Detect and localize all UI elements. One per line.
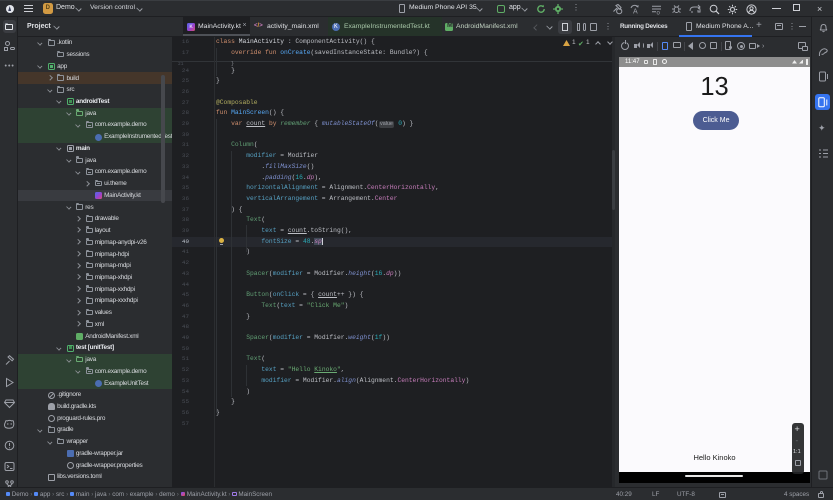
svg-text:A: A <box>633 8 638 15</box>
svg-text:o: o <box>657 10 661 15</box>
